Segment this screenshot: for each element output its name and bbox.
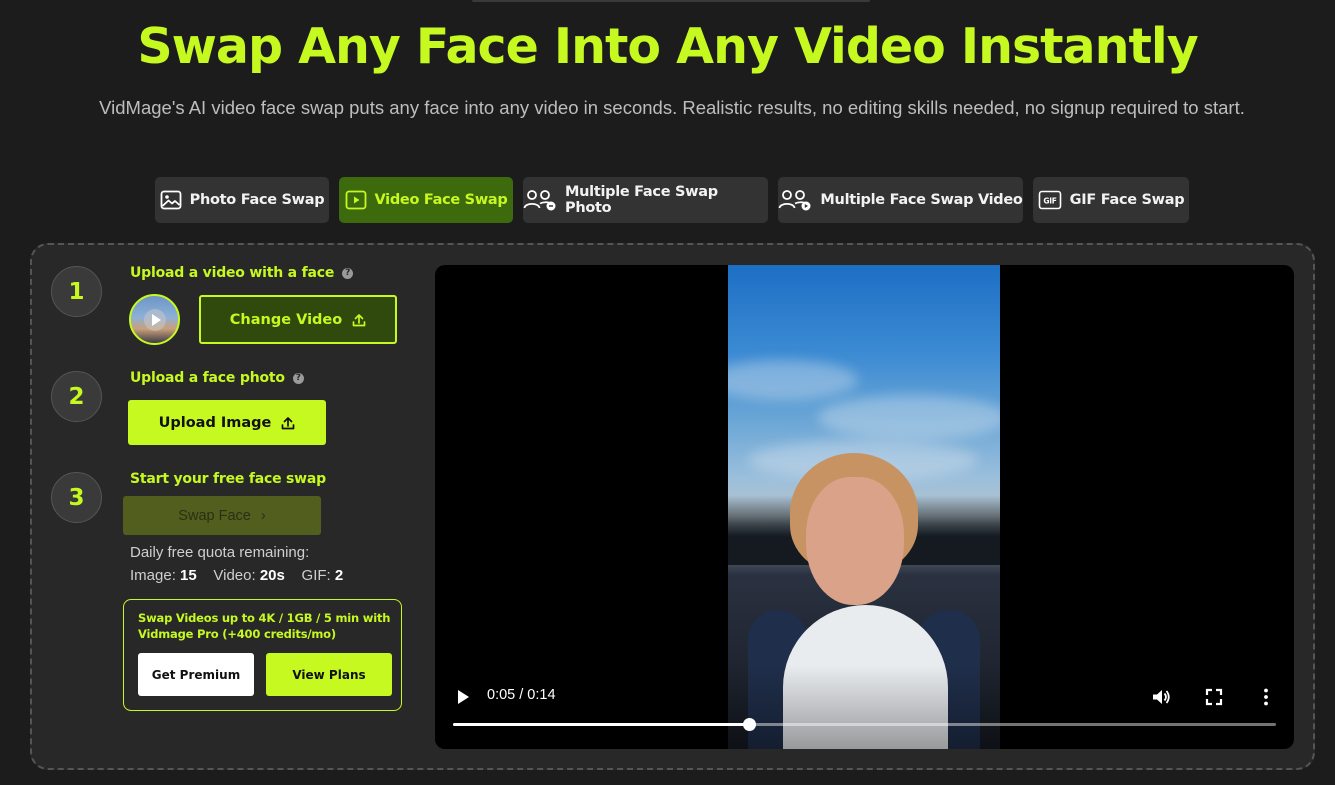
page-subtitle: VidMage's AI video face swap puts any fa… xyxy=(99,97,1245,118)
top-divider xyxy=(472,0,870,2)
step-2-label-text: Upload a face photo xyxy=(130,370,285,386)
quota-image-value: 15 xyxy=(180,567,197,584)
get-premium-button[interactable]: Get Premium xyxy=(138,653,254,696)
video-thumbnail[interactable] xyxy=(129,294,180,345)
tab-multiple-face-swap-video[interactable]: Multiple Face Swap Video xyxy=(778,177,1023,223)
video-icon xyxy=(345,190,366,210)
step-1-number: 1 xyxy=(51,266,102,317)
chevron-right-icon: › xyxy=(260,507,266,524)
tab-label: Photo Face Swap xyxy=(189,192,325,208)
step-3-label-text: Start your free face swap xyxy=(130,471,326,487)
tab-video-face-swap[interactable]: Video Face Swap xyxy=(339,177,513,223)
play-button[interactable] xyxy=(456,689,472,705)
video-player[interactable]: 0:05 / 0:14 xyxy=(435,265,1294,749)
swap-face-button[interactable]: Swap Face › xyxy=(123,496,321,535)
quota-video-label: Video: xyxy=(213,567,256,584)
quota-gif-value: 2 xyxy=(334,567,344,584)
progress-fill xyxy=(453,723,750,726)
tab-photo-face-swap[interactable]: Photo Face Swap xyxy=(155,177,329,223)
step-1-label: Upload a video with a face ? xyxy=(130,265,354,281)
upload-image-button[interactable]: Upload Image xyxy=(128,400,326,445)
step-3-number: 3 xyxy=(51,472,102,523)
tool-tabs: Photo Face Swap Video Face Swap Multiple… xyxy=(0,177,1335,223)
image-icon xyxy=(160,190,182,210)
step-1-label-text: Upload a video with a face xyxy=(130,265,335,281)
multi-user-icon xyxy=(523,190,556,211)
tab-label: Multiple Face Swap Video xyxy=(820,192,1023,208)
upload-icon xyxy=(352,313,366,326)
tab-label: Video Face Swap xyxy=(374,192,508,208)
help-icon[interactable]: ? xyxy=(292,372,304,384)
more-options-icon[interactable] xyxy=(1255,686,1277,708)
quota-image-label: Image: xyxy=(130,567,176,584)
multi-user-icon xyxy=(779,190,811,211)
sky-cloud xyxy=(818,395,1000,440)
page-title: Swap Any Face Into Any Video Instantly xyxy=(137,18,1198,75)
quota-title: Daily free quota remaining: xyxy=(130,544,310,561)
premium-promo-box: Swap Videos up to 4K / 1GB / 5 min with … xyxy=(123,599,402,711)
tab-label: GIF Face Swap xyxy=(1069,192,1185,208)
step-2-label: Upload a face photo ? xyxy=(130,370,304,386)
tab-multiple-face-swap-photo[interactable]: Multiple Face Swap Photo xyxy=(523,177,768,223)
svg-text:GIF: GIF xyxy=(1043,197,1056,206)
quota-values: Image: 15 Video: 20s GIF: 2 xyxy=(130,567,343,584)
help-icon[interactable]: ? xyxy=(342,267,354,279)
volume-icon[interactable] xyxy=(1150,686,1172,708)
quota-gif-label: GIF: xyxy=(301,567,331,584)
upload-icon xyxy=(282,416,295,429)
quota-video-value: 20s xyxy=(259,567,285,584)
sky-cloud xyxy=(728,360,858,400)
change-video-button[interactable]: Change Video xyxy=(199,295,397,344)
step-3-label: Start your free face swap xyxy=(130,471,326,487)
swap-face-label: Swap Face xyxy=(178,507,251,524)
fullscreen-icon[interactable] xyxy=(1203,686,1225,708)
play-icon xyxy=(144,309,166,331)
person-face xyxy=(806,477,904,605)
tab-label: Multiple Face Swap Photo xyxy=(565,184,718,216)
step-2-number: 2 xyxy=(51,371,102,422)
playback-time: 0:05 / 0:14 xyxy=(487,687,556,703)
gif-icon: GIF xyxy=(1038,190,1061,210)
change-video-label: Change Video xyxy=(229,311,343,328)
promo-text: Swap Videos up to 4K / 1GB / 5 min with … xyxy=(138,611,391,641)
upload-image-label: Upload Image xyxy=(158,414,272,431)
progress-track[interactable] xyxy=(453,718,1276,731)
view-plans-button[interactable]: View Plans xyxy=(266,653,392,696)
tab-gif-face-swap[interactable]: GIF GIF Face Swap xyxy=(1033,177,1189,223)
